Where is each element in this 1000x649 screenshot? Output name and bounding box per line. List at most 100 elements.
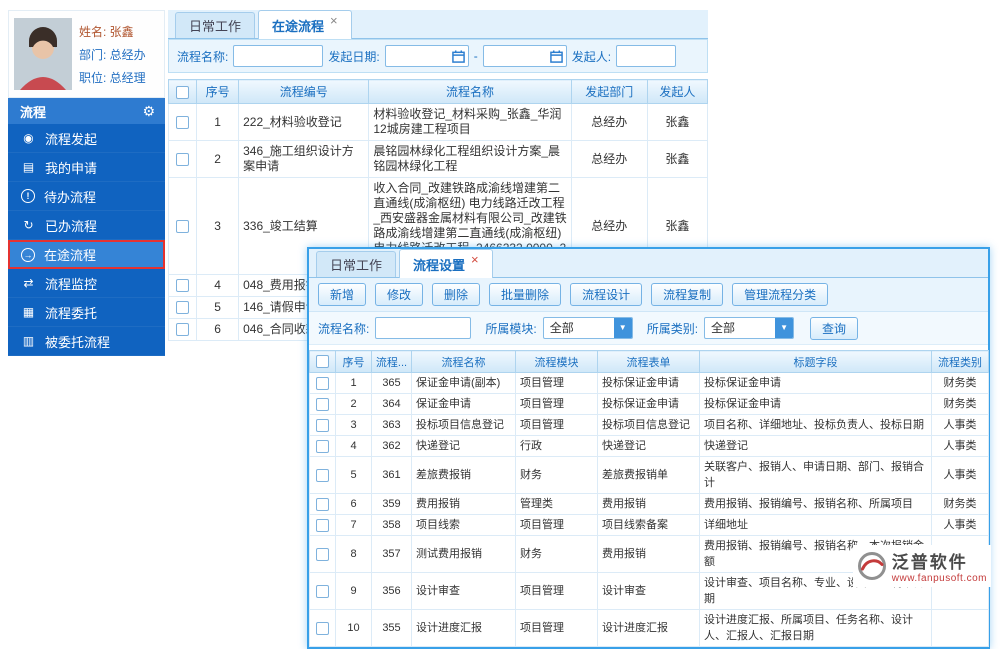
user-profile-card: 姓名: 张鑫 部门: 总经办 职位: 总经理	[8, 10, 165, 98]
calendar-icon[interactable]	[549, 49, 563, 63]
flow-name-input[interactable]	[233, 45, 324, 67]
category-select[interactable]: 全部 ▼	[704, 317, 795, 339]
header-flow-code[interactable]: 流程编号	[238, 79, 370, 104]
cell-name: 材料验收登记_材料采购_张鑫_华润12城房建工程项目	[368, 103, 572, 141]
sender-input[interactable]	[616, 45, 677, 67]
end-date-field[interactable]	[483, 47, 550, 65]
row-checkbox[interactable]	[316, 439, 329, 453]
cell-category: 财务类	[931, 393, 989, 415]
select-all-checkbox[interactable]	[316, 355, 329, 368]
table-row[interactable]: 5 361 差旅费报销 财务 差旅费报销单 关联客户、报销人、申请日期、部门、报…	[309, 456, 989, 494]
table-row[interactable]: 6 359 费用报销 管理类 费用报销 费用报销、报销编号、报销名称、所属项目 …	[309, 493, 989, 515]
cell-category	[931, 609, 989, 647]
cell-module: 项目管理	[515, 414, 598, 436]
row-checkbox[interactable]	[316, 621, 329, 635]
table-row[interactable]: 2 364 保证金申请 项目管理 投标保证金申请 投标保证金申请 财务类	[309, 393, 989, 415]
cell-module: 项目管理	[515, 514, 598, 536]
header-flow-form[interactable]: 流程表单	[597, 350, 700, 373]
sidebar-item-delegated-flows[interactable]: ▥ 被委托流程	[8, 327, 165, 356]
row-checkbox[interactable]	[316, 518, 329, 532]
row-checkbox[interactable]	[176, 115, 190, 129]
cell-dept: 总经办	[570, 103, 648, 141]
header-flow-name[interactable]: 流程名称	[368, 79, 572, 104]
select-all-checkbox[interactable]	[176, 85, 190, 99]
header-flow-code[interactable]: 流程...	[371, 350, 412, 373]
row-checkbox[interactable]	[176, 279, 190, 293]
row-checkbox[interactable]	[176, 152, 190, 166]
row-checkbox[interactable]	[316, 376, 329, 390]
row-checkbox[interactable]	[316, 468, 329, 482]
sidebar-item-pending-flows[interactable]: ! 待办流程	[8, 182, 165, 211]
header-flow-category[interactable]: 流程类别	[931, 350, 989, 373]
start-date-field[interactable]	[385, 47, 452, 65]
row-checkbox[interactable]	[316, 497, 329, 511]
close-icon[interactable]: ×	[471, 253, 479, 266]
start-date-input[interactable]	[384, 45, 469, 67]
sidebar-item-flow-start[interactable]: ◉ 流程发起	[8, 124, 165, 153]
row-checkbox[interactable]	[176, 301, 190, 315]
sidebar-item-in-transit-flows[interactable]: → 在途流程	[8, 240, 165, 269]
delete-button[interactable]: 删除	[432, 283, 481, 306]
manage-flow-category-button[interactable]: 管理流程分类	[732, 283, 829, 306]
avatar-image	[14, 18, 72, 90]
fanpu-logo: 泛普软件 www.fanpusoft.com	[852, 545, 991, 587]
table-row[interactable]: 1 365 保证金申请(副本) 项目管理 投标保证金申请 投标保证金申请 财务类	[309, 372, 989, 394]
sidebar-item-label: 被委托流程	[45, 334, 111, 350]
chevron-down-icon: ▼	[775, 318, 794, 338]
row-checkbox[interactable]	[316, 418, 329, 432]
cell-form: 投标保证金申请	[597, 393, 700, 415]
table-row[interactable]: 4 362 快递登记 行政 快递登记 快递登记 人事类	[309, 435, 989, 457]
header-title-field[interactable]: 标题字段	[699, 350, 932, 373]
header-dept[interactable]: 发起部门	[570, 79, 648, 104]
tab-daily-work[interactable]: 日常工作	[175, 12, 256, 38]
header-no[interactable]: 序号	[335, 350, 372, 373]
tab-in-transit-flow[interactable]: 在途流程 ×	[258, 10, 352, 39]
edit-button[interactable]: 修改	[375, 283, 424, 306]
cell-sender: 张鑫	[646, 140, 709, 178]
cell-field: 关联客户、报销人、申请日期、部门、报销合计	[699, 456, 932, 494]
cell-no: 1	[335, 372, 372, 394]
row-checkbox[interactable]	[316, 397, 329, 411]
cell-name: 项目线索	[411, 514, 516, 536]
add-button[interactable]: 新增	[318, 283, 367, 306]
row-checkbox[interactable]	[176, 323, 190, 337]
row-checkbox[interactable]	[316, 547, 329, 561]
sender-label: 发起人:	[571, 49, 612, 64]
header-checkbox-cell	[167, 79, 198, 104]
gear-icon[interactable]: ⚙	[142, 103, 155, 120]
sidebar-item-flow-monitor[interactable]: ⇄ 流程监控	[8, 269, 165, 298]
query-button[interactable]: 查询	[810, 316, 859, 340]
sidebar-item-label: 已办流程	[45, 218, 98, 234]
cell-name: 费用报销	[411, 493, 516, 515]
sidebar-item-flow-delegation[interactable]: ▦ 流程委托	[8, 298, 165, 327]
category-label: 所属类别:	[646, 321, 699, 336]
exclamation-icon: !	[21, 189, 35, 203]
flow-design-button[interactable]: 流程设计	[570, 283, 643, 306]
close-icon[interactable]: ×	[330, 14, 338, 27]
header-flow-name[interactable]: 流程名称	[411, 350, 516, 373]
table-row[interactable]: 7 358 项目线索 项目管理 项目线索备案 详细地址 人事类	[309, 514, 989, 536]
sitemap-icon: ▥	[22, 334, 35, 348]
row-checkbox[interactable]	[176, 219, 190, 233]
tab-daily-work[interactable]: 日常工作	[316, 251, 397, 277]
calendar-icon[interactable]	[451, 49, 465, 63]
end-date-input[interactable]	[482, 45, 567, 67]
header-no[interactable]: 序号	[196, 79, 240, 104]
header-sender[interactable]: 发起人	[646, 79, 709, 104]
table-row[interactable]: 2 346_施工组织设计方案申请 晨铭园林绿化工程组织设计方案_晨铭园林绿化工程…	[167, 140, 709, 178]
table-row[interactable]: 10 355 设计进度汇报 项目管理 设计进度汇报 设计进度汇报、所属项目、任务…	[309, 609, 989, 647]
table-row[interactable]: 1 222_材料验收登记 材料验收登记_材料采购_张鑫_华润12城房建工程项目 …	[167, 103, 709, 141]
cell-code: 359	[371, 493, 412, 515]
tab-flow-settings[interactable]: 流程设置 ×	[399, 249, 493, 278]
batch-delete-button[interactable]: 批量删除	[489, 283, 562, 306]
sidebar-item-completed-flows[interactable]: ↻ 已办流程	[8, 211, 165, 240]
module-select[interactable]: 全部 ▼	[542, 317, 633, 339]
sidebar-item-my-applications[interactable]: ▤ 我的申请	[8, 153, 165, 182]
row-checkbox[interactable]	[316, 584, 329, 598]
flow-name-input[interactable]	[375, 317, 472, 339]
table-row[interactable]: 3 363 投标项目信息登记 项目管理 投标项目信息登记 项目名称、详细地址、投…	[309, 414, 989, 436]
flow-copy-button[interactable]: 流程复制	[651, 283, 724, 306]
cell-field: 项目名称、详细地址、投标负责人、投标日期	[699, 414, 932, 436]
sidebar-item-label: 待办流程	[44, 189, 97, 205]
header-flow-module[interactable]: 流程模块	[515, 350, 598, 373]
